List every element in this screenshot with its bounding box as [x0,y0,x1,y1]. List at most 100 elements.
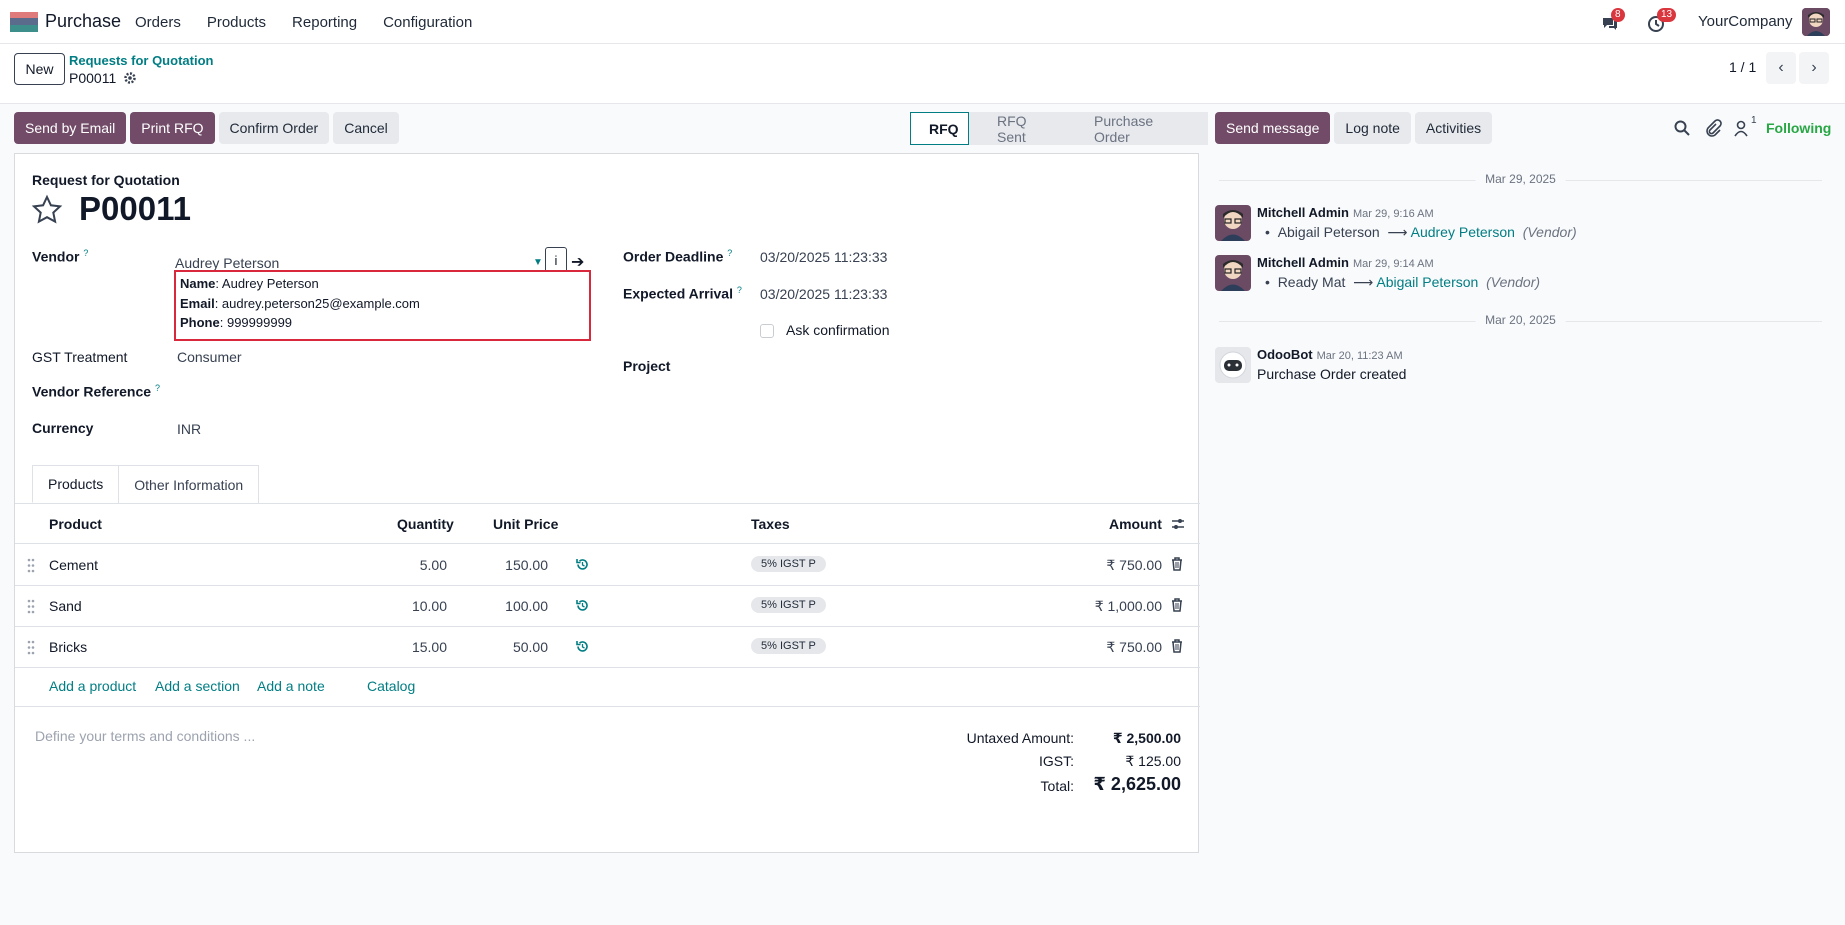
table-row[interactable]: Bricks 15.00 50.00 5% IGST P ₹ 750.00 [15,627,1200,668]
pager-next-button[interactable]: › [1799,52,1829,84]
order-deadline-value[interactable]: 03/20/2025 11:23:33 [760,249,887,265]
confirm-order-button[interactable]: Confirm Order [218,112,330,144]
reset-price-icon[interactable] [575,557,590,572]
menu-products[interactable]: Products [207,14,266,31]
new-button[interactable]: New [14,53,65,85]
date-separator: Mar 29, 2025 [1219,172,1822,188]
row-product: Cement [49,557,99,573]
total-label: Total: [1040,778,1074,794]
column-quantity[interactable]: Quantity [397,516,454,532]
row-product: Bricks [49,639,88,655]
author-avatar[interactable] [1215,255,1251,291]
log-note-button[interactable]: Log note [1334,112,1411,144]
column-taxes[interactable]: Taxes [751,516,790,532]
vendor-info-popup: Name: Audrey Peterson Email: audrey.pete… [174,270,591,341]
project-input[interactable] [760,355,1180,377]
row-unit-price: 50.00 [512,639,548,655]
trash-icon[interactable] [1171,598,1183,612]
popup-name-line: Name: Audrey Peterson [180,276,319,291]
table-row[interactable]: Sand 10.00 100.00 5% IGST P ₹ 1,000.00 [15,586,1200,627]
gear-icon[interactable] [123,71,137,85]
app-name[interactable]: Purchase [45,11,121,32]
company-switcher[interactable]: YourCompany [1698,13,1793,30]
messages-icon[interactable]: 8 [1601,8,1625,34]
row-quantity: 15.00 [411,639,447,655]
column-product[interactable]: Product [49,516,102,532]
tax-badge[interactable]: 5% IGST P [751,638,826,654]
row-unit-price: 150.00 [505,557,548,573]
form-actions: Send by Email Print RFQ Confirm Order Ca… [14,112,403,144]
status-rfq-sent[interactable]: RFQ Sent [969,112,1066,145]
notebook-tabs: Products Other Information [32,465,260,503]
row-amount: ₹ 750.00 [1106,639,1162,655]
reset-price-icon[interactable] [575,639,590,654]
dropdown-caret-icon[interactable]: ▼ [533,257,543,268]
ask-confirmation-label[interactable]: Ask confirmation [786,322,889,338]
untaxed-amount-label: Untaxed Amount: [966,730,1074,746]
add-section-link[interactable]: Add a section [155,678,240,694]
odoobot-avatar[interactable] [1215,347,1251,383]
author-avatar[interactable] [1215,205,1251,241]
paperclip-icon[interactable] [1704,119,1722,137]
vendor-reference-input[interactable] [175,380,561,402]
chatter-topbar: Send message Log note Activities [1215,112,1496,144]
optional-columns-icon[interactable] [1171,517,1185,531]
internal-link-arrow-icon[interactable]: ➔ [571,252,584,272]
message-author: Mitchell Admin Mar 29, 9:16 AM [1257,205,1434,220]
gst-treatment-value[interactable]: Consumer [177,349,242,365]
column-unit-price[interactable]: Unit Price [493,516,558,532]
user-avatar[interactable] [1802,8,1830,36]
status-rfq[interactable]: RFQ [910,112,969,145]
add-product-link[interactable]: Add a product [49,678,136,694]
tax-badge[interactable]: 5% IGST P [751,597,826,613]
trash-icon[interactable] [1171,639,1183,653]
add-line-links: Add a product Add a section Add a note C… [15,666,1200,707]
vendor-label: Vendor ? [32,248,89,265]
cancel-button[interactable]: Cancel [333,112,399,144]
ask-confirmation-checkbox[interactable] [760,324,774,338]
help-tooltip[interactable]: ? [83,248,88,258]
gst-treatment-label: GST Treatment [32,349,128,365]
pager-value[interactable]: 1 / 1 [1729,59,1756,75]
order-lines-header: Product Quantity Unit Price Taxes Amount [15,504,1200,544]
purchase-app-icon[interactable] [10,12,38,32]
row-amount: ₹ 1,000.00 [1094,598,1162,614]
tax-badge[interactable]: 5% IGST P [751,556,826,572]
status-purchase-order[interactable]: Purchase Order [1066,112,1208,145]
top-navbar: Purchase Orders Products Reporting Confi… [0,0,1845,44]
tab-other-information[interactable]: Other Information [118,465,260,503]
menu-orders[interactable]: Orders [135,14,181,31]
drag-handle-icon[interactable] [27,558,35,573]
search-icon[interactable] [1673,119,1691,137]
menu-reporting[interactable]: Reporting [292,14,357,31]
record-name: P00011 [79,190,191,227]
breadcrumb-parent[interactable]: Requests for Quotation [69,53,213,68]
catalog-link[interactable]: Catalog [367,678,415,694]
reset-price-icon[interactable] [575,598,590,613]
followers-icon[interactable] [1733,119,1751,137]
tab-products[interactable]: Products [32,465,120,503]
expected-arrival-value[interactable]: 03/20/2025 11:23:33 [760,286,887,302]
drag-handle-icon[interactable] [27,599,35,614]
print-rfq-button[interactable]: Print RFQ [130,112,215,144]
trash-icon[interactable] [1171,557,1183,571]
currency-value[interactable]: INR [177,421,201,437]
tracking-change: • Ready Mat ⟶ Abigail Peterson (Vendor) [1265,274,1541,290]
message-body: Purchase Order created [1257,366,1407,382]
pager-previous-button[interactable]: ‹ [1766,52,1796,84]
menu-configuration[interactable]: Configuration [383,14,472,31]
drag-handle-icon[interactable] [27,640,35,655]
activities-button[interactable]: Activities [1414,112,1493,144]
row-product: Sand [49,598,82,614]
add-note-link[interactable]: Add a note [257,678,325,694]
send-message-button[interactable]: Send message [1215,112,1331,144]
send-by-email-button[interactable]: Send by Email [14,112,127,144]
messages-badge: 8 [1611,8,1625,22]
terms-input[interactable]: Define your terms and conditions ... [35,728,255,744]
star-icon[interactable] [31,194,63,226]
activities-clock-icon[interactable]: 13 [1647,8,1677,34]
column-amount[interactable]: Amount [1109,516,1162,532]
following-button[interactable]: Following [1766,120,1831,136]
table-row[interactable]: Cement 5.00 150.00 5% IGST P ₹ 750.00 [15,545,1200,586]
popup-email-line: Email: audrey.peterson25@example.com [180,296,420,311]
